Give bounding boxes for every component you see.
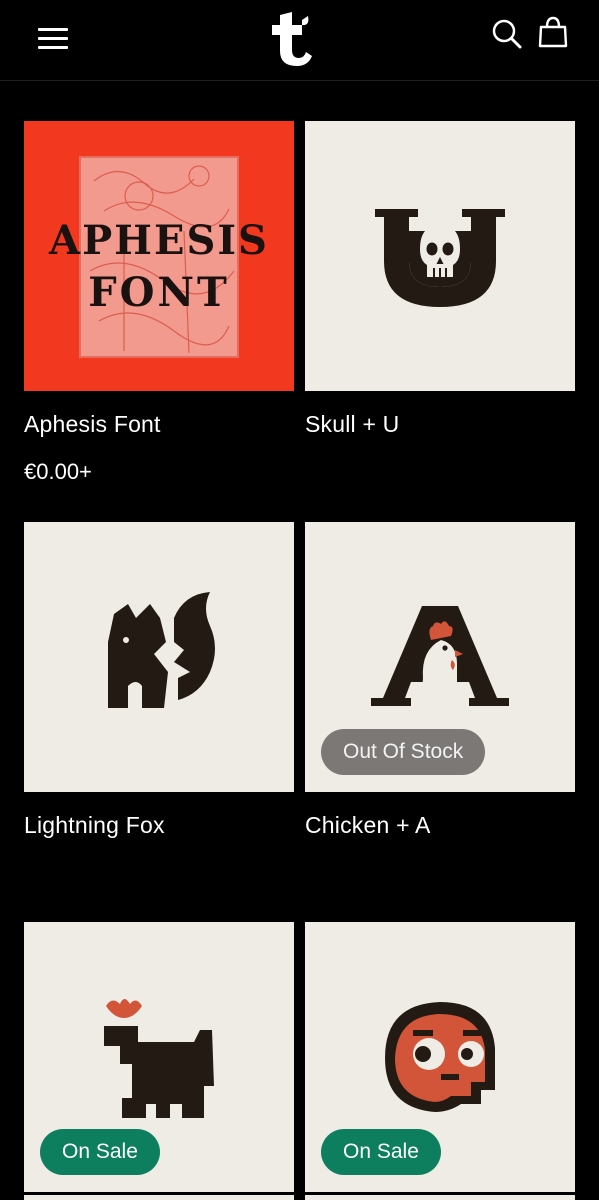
product-thumbnail[interactable] [305, 121, 575, 391]
product-card[interactable]: Lightning Fox [24, 522, 294, 852]
on-sale-badge: On Sale [321, 1129, 441, 1175]
product-title[interactable]: Aphesis Font [24, 411, 161, 438]
product-thumbnail[interactable]: Out Of Stock [305, 522, 575, 792]
product-card[interactable]: Out Of Stock Chicken + A [305, 522, 575, 852]
product-thumbnail[interactable]: On Sale [24, 922, 294, 1192]
product-title[interactable]: Skull + U [305, 411, 399, 438]
artwork-title-line1: APHESIS [49, 217, 269, 264]
product-title[interactable]: Lightning Fox [24, 812, 165, 839]
product-card[interactable]: On Sale [24, 922, 294, 1200]
search-icon[interactable] [491, 18, 523, 50]
product-card[interactable]: APHESIS FONT Aphesis Font €0.00+ [24, 121, 294, 501]
next-product-thumbnail-edge [305, 1195, 575, 1200]
out-of-stock-badge: Out Of Stock [321, 729, 486, 775]
skull-u-logo [375, 209, 505, 307]
product-thumbnail[interactable]: APHESIS FONT [24, 121, 294, 391]
shopping-bag-icon[interactable] [536, 15, 570, 49]
artwork-title-line2: FONT [88, 269, 230, 316]
product-price: €0.00+ [24, 459, 92, 484]
brand-logo-icon[interactable] [268, 12, 314, 66]
lightning-fox-logo [108, 592, 215, 708]
product-title[interactable]: Chicken + A [305, 812, 431, 839]
top-nav-bar [0, 0, 599, 81]
product-card[interactable]: Skull + U [305, 121, 575, 451]
on-sale-badge: On Sale [40, 1129, 160, 1175]
hamburger-menu-icon[interactable] [38, 26, 68, 52]
next-product-thumbnail-edge [24, 1195, 294, 1200]
product-thumbnail[interactable]: On Sale [305, 922, 575, 1192]
product-thumbnail[interactable] [24, 522, 294, 792]
product-card[interactable]: On Sale [305, 922, 575, 1200]
